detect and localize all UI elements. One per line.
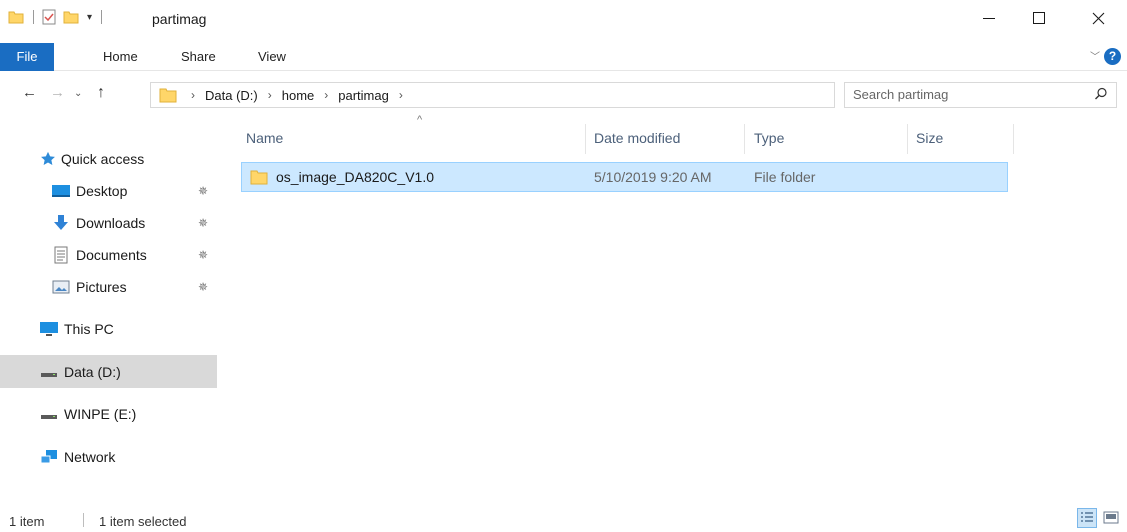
folder-icon <box>8 9 24 25</box>
breadcrumb-separator-icon[interactable]: › <box>268 88 272 102</box>
sidebar-item-label: Data (D:) <box>64 363 121 380</box>
expand-ribbon-icon[interactable]: ﹀ <box>1090 48 1100 63</box>
file-list: ^ Name Date modified Type Size os_image_… <box>234 114 1127 502</box>
star-icon <box>41 151 55 165</box>
drive-icon <box>41 415 57 419</box>
sidebar-item-label: Documents <box>76 247 147 263</box>
selected-count: 1 item selected <box>99 514 187 529</box>
download-arrow-icon <box>54 215 68 230</box>
drive-icon <box>41 372 57 377</box>
column-divider[interactable] <box>907 124 908 154</box>
file-date-modified: 5/10/2019 9:20 AM <box>594 169 712 185</box>
navigation-pane: Quick access Desktop ✵ Downloads ✵ Docum… <box>0 117 222 507</box>
sidebar-item-this-pc[interactable]: This PC <box>0 313 217 345</box>
column-divider[interactable] <box>744 124 745 154</box>
sidebar-item-label: Network <box>64 449 116 465</box>
column-header-date-modified[interactable]: Date modified <box>594 122 680 154</box>
close-button[interactable] <box>1075 0 1121 36</box>
sidebar-item-network[interactable]: Network <box>0 441 217 473</box>
tab-home[interactable]: Home <box>103 43 138 71</box>
window-title: partimag <box>152 11 207 27</box>
status-bar: 1 item 1 item selected <box>0 508 1127 532</box>
large-icons-view-button[interactable] <box>1101 508 1121 528</box>
network-icon <box>40 450 57 464</box>
item-count: 1 item <box>9 514 45 529</box>
pin-icon[interactable]: ✵ <box>198 216 208 230</box>
quick-access-toolbar: ▾ <box>8 9 109 25</box>
search-box <box>844 82 1117 108</box>
documents-icon <box>54 246 68 264</box>
toolbar-divider <box>33 10 34 24</box>
breadcrumb-home[interactable]: home <box>282 88 315 103</box>
toolbar-divider <box>101 10 103 24</box>
desktop-icon <box>52 185 70 197</box>
table-row[interactable]: os_image_DA820C_V1.0 5/10/2019 9:20 AM F… <box>241 162 1008 192</box>
details-view-icon <box>1081 512 1093 522</box>
column-header-size[interactable]: Size <box>916 122 943 154</box>
column-header-type[interactable]: Type <box>754 122 784 154</box>
sidebar-item-quick-access[interactable]: Quick access <box>0 143 217 175</box>
customize-toolbar-icon[interactable]: ▾ <box>87 12 92 23</box>
maximize-button[interactable] <box>1016 0 1062 36</box>
recent-locations-icon[interactable]: ⌄ <box>74 88 82 99</box>
tab-share[interactable]: Share <box>181 43 216 71</box>
title-bar: ▾ partimag <box>0 0 1127 40</box>
breadcrumb-data-drive[interactable]: Data (D:) <box>205 88 258 103</box>
column-divider[interactable] <box>1013 124 1014 154</box>
breadcrumb: › Data (D:) › home › partimag › <box>159 87 413 103</box>
tab-view[interactable]: View <box>258 43 286 71</box>
file-name: os_image_DA820C_V1.0 <box>276 169 434 185</box>
sidebar-item-label: Quick access <box>61 151 145 167</box>
computer-icon <box>40 322 58 336</box>
sidebar-item-label: Pictures <box>76 279 127 295</box>
navigation-bar: ← → ⌄ ↑ › Data (D:) › home › partimag › … <box>0 81 1127 111</box>
sidebar-item-label: This PC <box>64 321 114 337</box>
pictures-icon <box>52 280 70 294</box>
sort-ascending-icon: ^ <box>417 114 423 126</box>
ribbon: File Home Share View ﹀ ? <box>0 43 1127 71</box>
folder-icon <box>159 88 177 103</box>
breadcrumb-partimag[interactable]: partimag <box>338 88 389 103</box>
pin-icon[interactable]: ✵ <box>198 280 208 294</box>
up-arrow-icon[interactable]: ↑ <box>97 84 105 102</box>
status-divider <box>83 513 84 527</box>
search-icon[interactable] <box>1094 87 1108 101</box>
folder-icon <box>250 170 268 185</box>
minimize-button[interactable] <box>966 0 1012 36</box>
tab-file[interactable]: File <box>0 43 54 71</box>
sidebar-item-downloads[interactable]: Downloads ✵ <box>0 207 217 239</box>
minimize-icon <box>983 17 995 19</box>
pin-icon[interactable]: ✵ <box>198 248 208 262</box>
column-header-name[interactable]: Name <box>246 122 283 154</box>
back-arrow-icon[interactable]: ← <box>22 84 37 101</box>
file-type: File folder <box>754 169 816 185</box>
sidebar-item-label: WINPE (E:) <box>64 406 137 422</box>
help-icon[interactable]: ? <box>1104 48 1121 65</box>
sidebar-item-desktop[interactable]: Desktop ✵ <box>0 175 217 207</box>
forward-arrow-icon[interactable]: → <box>50 84 65 101</box>
pin-icon[interactable]: ✵ <box>198 184 208 198</box>
column-divider[interactable] <box>585 124 586 154</box>
details-view-button[interactable] <box>1077 508 1097 528</box>
properties-icon[interactable] <box>41 9 57 25</box>
sidebar-item-pictures[interactable]: Pictures ✵ <box>0 271 217 303</box>
sidebar-item-data-drive[interactable]: Data (D:) <box>0 355 217 388</box>
search-input[interactable] <box>853 87 1073 102</box>
breadcrumb-separator-icon[interactable]: › <box>191 88 195 102</box>
sidebar-item-winpe-drive[interactable]: WINPE (E:) <box>0 398 217 430</box>
maximize-icon <box>1033 12 1045 24</box>
breadcrumb-separator-icon[interactable]: › <box>399 88 403 102</box>
address-bar[interactable]: › Data (D:) › home › partimag › ⌄ ↻ <box>150 82 979 108</box>
breadcrumb-separator-icon[interactable]: › <box>324 88 328 102</box>
sidebar-item-documents[interactable]: Documents ✵ <box>0 239 217 271</box>
new-folder-icon[interactable] <box>63 9 79 25</box>
sidebar-item-label: Desktop <box>76 183 128 199</box>
sidebar-item-label: Downloads <box>76 215 146 231</box>
large-icons-view-icon <box>1103 511 1119 524</box>
close-icon <box>1092 12 1104 24</box>
